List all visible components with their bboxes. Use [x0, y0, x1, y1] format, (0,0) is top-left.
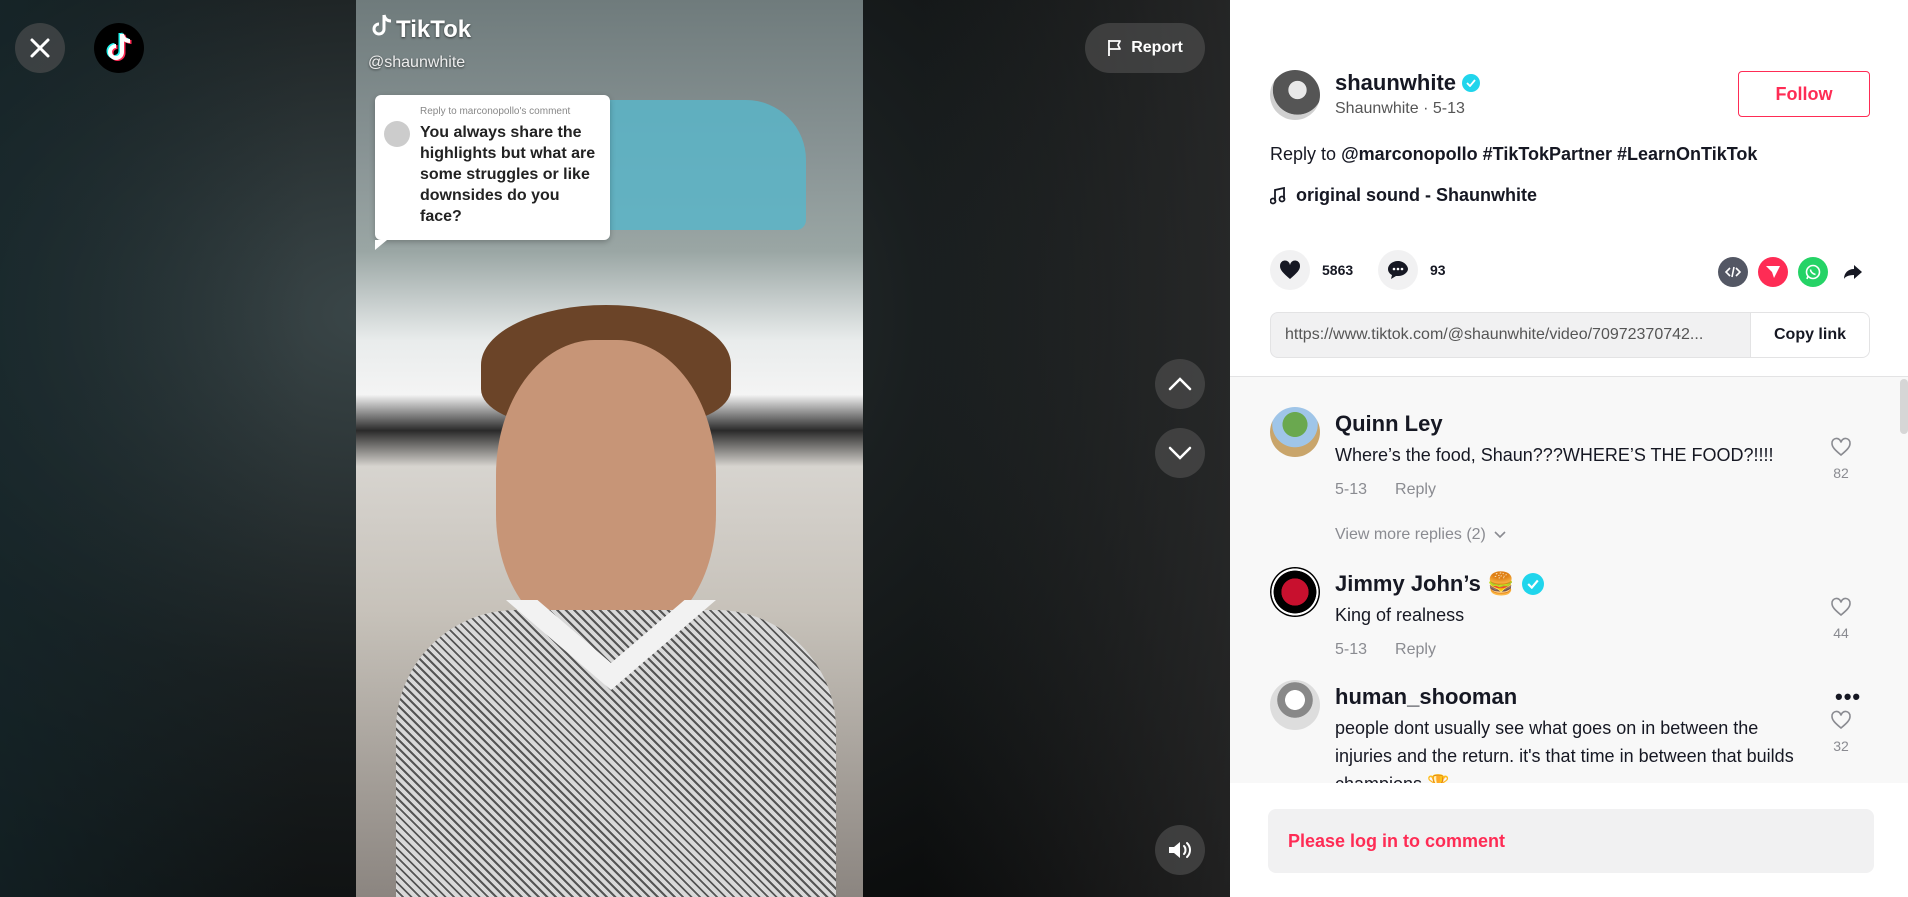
watermark-handle: @shaunwhite — [368, 54, 466, 71]
author-username[interactable]: shaunwhite — [1335, 70, 1481, 96]
comments-scrollbar[interactable] — [1900, 377, 1908, 783]
close-button[interactable] — [15, 23, 65, 73]
comment-like[interactable]: 32 — [1830, 710, 1852, 754]
comment-bubble-icon — [1388, 261, 1408, 279]
copy-link-button[interactable]: Copy link — [1750, 313, 1869, 357]
tiktok-logo[interactable] — [94, 23, 144, 73]
comment-like-count: 82 — [1833, 465, 1849, 481]
comment-stat: 93 — [1378, 250, 1446, 290]
watermark-text: TikTok — [396, 15, 472, 43]
chevron-up-icon — [1168, 377, 1192, 391]
close-icon — [30, 38, 50, 58]
comment-like-count: 32 — [1833, 738, 1849, 754]
comment-meta: 5-13 Reply — [1335, 641, 1436, 659]
comment-item: Jimmy John’s 🍔 King of realness 5-13 Rep… — [1270, 567, 1870, 662]
scrollbar-thumb[interactable] — [1900, 379, 1908, 434]
music-note-icon — [1270, 186, 1286, 204]
embed-button[interactable] — [1718, 257, 1748, 287]
video-person-face — [496, 340, 716, 640]
comment-list[interactable]: Quinn Ley Where’s the food, Shaun???WHER… — [1230, 376, 1908, 783]
like-count: 5863 — [1322, 262, 1354, 278]
commenter-avatar[interactable] — [1270, 680, 1320, 730]
reply-meta: Reply to marconopollo's comment — [420, 106, 571, 117]
video-frame[interactable]: TikTok @shaunwhite Reply to marconopollo… — [356, 0, 863, 897]
sound-link[interactable]: original sound - Shaunwhite — [1270, 185, 1537, 206]
volume-button[interactable] — [1155, 825, 1205, 875]
comment-date: 5-13 — [1335, 641, 1368, 658]
heart-outline-icon — [1831, 710, 1851, 730]
send-button[interactable] — [1758, 257, 1788, 287]
view-more-replies[interactable]: View more replies (2) — [1335, 526, 1506, 544]
login-to-comment[interactable]: Please log in to comment — [1268, 809, 1874, 873]
commenter-name[interactable]: Jimmy John’s 🍔 — [1335, 571, 1545, 597]
whatsapp-button[interactable] — [1798, 257, 1828, 287]
next-video-button[interactable] — [1155, 428, 1205, 478]
more-options-icon[interactable]: ••• — [1835, 684, 1861, 710]
embed-icon — [1725, 266, 1741, 278]
commenter-name-text: Jimmy John’s 🍔 — [1335, 571, 1515, 596]
author-subline: Shaunwhite · 5-13 — [1335, 100, 1465, 117]
video-link-box: https://www.tiktok.com/@shaunwhite/video… — [1270, 312, 1870, 358]
comment-like-count: 44 — [1833, 625, 1849, 641]
view-more-label: View more replies (2) — [1335, 526, 1486, 543]
commenter-name-text: Quinn Ley — [1335, 411, 1443, 436]
reply-question-text: You always share the highlights but what… — [420, 124, 596, 225]
comment-meta: 5-13 Reply — [1335, 481, 1436, 499]
commenter-name[interactable]: Quinn Ley — [1335, 411, 1443, 437]
author-username-text: shaunwhite — [1335, 70, 1457, 95]
video-link-url[interactable]: https://www.tiktok.com/@shaunwhite/video… — [1271, 313, 1750, 357]
commenter-name-text: human_shooman — [1335, 684, 1518, 709]
commenter-name[interactable]: human_shooman — [1335, 684, 1517, 710]
comment-item: Quinn Ley Where’s the food, Shaun???WHER… — [1270, 407, 1870, 547]
commenter-avatar[interactable] — [1270, 567, 1320, 617]
tiktok-note-icon — [370, 14, 392, 45]
whatsapp-icon — [1805, 264, 1821, 280]
share-button[interactable] — [1838, 257, 1868, 287]
previous-video-button[interactable] — [1155, 359, 1205, 409]
reply-comment-card: Reply to marconopollo's comment You alwa… — [375, 95, 610, 250]
heart-outline-icon — [1831, 597, 1851, 617]
video-person-shirt — [396, 610, 836, 897]
video-player: TikTok @shaunwhite Reply to marconopollo… — [0, 0, 1230, 897]
heart-icon — [1279, 260, 1301, 279]
share-icons — [1718, 257, 1868, 287]
description-mention[interactable]: @marconopollo — [1341, 144, 1478, 164]
chevron-down-icon — [1494, 531, 1506, 539]
description-hashtags[interactable]: #TikTokPartner #LearnOnTikTok — [1483, 144, 1758, 164]
share-arrow-icon — [1844, 265, 1862, 279]
comment-like[interactable]: 44 — [1830, 597, 1852, 641]
speaker-icon — [1169, 842, 1191, 858]
reply-avatar — [384, 121, 410, 147]
comment-date: 5-13 — [1335, 481, 1368, 498]
commenter-avatar[interactable] — [1270, 407, 1320, 457]
like-button[interactable] — [1270, 250, 1310, 290]
heart-outline-icon — [1831, 437, 1851, 457]
like-stat: 5863 — [1270, 250, 1353, 290]
author-avatar[interactable] — [1270, 70, 1320, 120]
description-prefix: Reply to — [1270, 144, 1337, 164]
sound-name: original sound - Shaunwhite — [1296, 185, 1537, 205]
follow-button[interactable]: Follow — [1738, 71, 1870, 117]
tiktok-logo-icon — [106, 32, 132, 61]
verified-badge-icon — [1462, 74, 1481, 92]
tiktok-watermark: TikTok — [370, 14, 471, 45]
comment-button[interactable] — [1378, 250, 1418, 290]
details-panel: shaunwhite Shaunwhite · 5-13 Follow Repl… — [1230, 0, 1908, 897]
comment-like[interactable]: 82 — [1830, 437, 1852, 481]
video-description: Reply to @marconopollo #TikTokPartner #L… — [1270, 144, 1757, 165]
comment-count: 93 — [1430, 262, 1446, 278]
comment-item: human_shooman ••• people dont usually se… — [1270, 680, 1870, 783]
comment-text: Where’s the food, Shaun???WHERE’S THE FO… — [1335, 445, 1774, 465]
reply-link[interactable]: Reply — [1395, 481, 1436, 499]
chevron-down-icon — [1168, 446, 1192, 460]
flag-icon — [1108, 40, 1122, 56]
send-icon — [1766, 266, 1780, 278]
report-label: Report — [1131, 39, 1183, 56]
comment-text: King of realness — [1335, 605, 1465, 625]
report-button[interactable]: Report — [1085, 23, 1205, 73]
reply-link[interactable]: Reply — [1395, 641, 1436, 659]
verified-badge-icon — [1522, 573, 1545, 595]
comment-text: people dont usually see what goes on in … — [1335, 718, 1794, 783]
